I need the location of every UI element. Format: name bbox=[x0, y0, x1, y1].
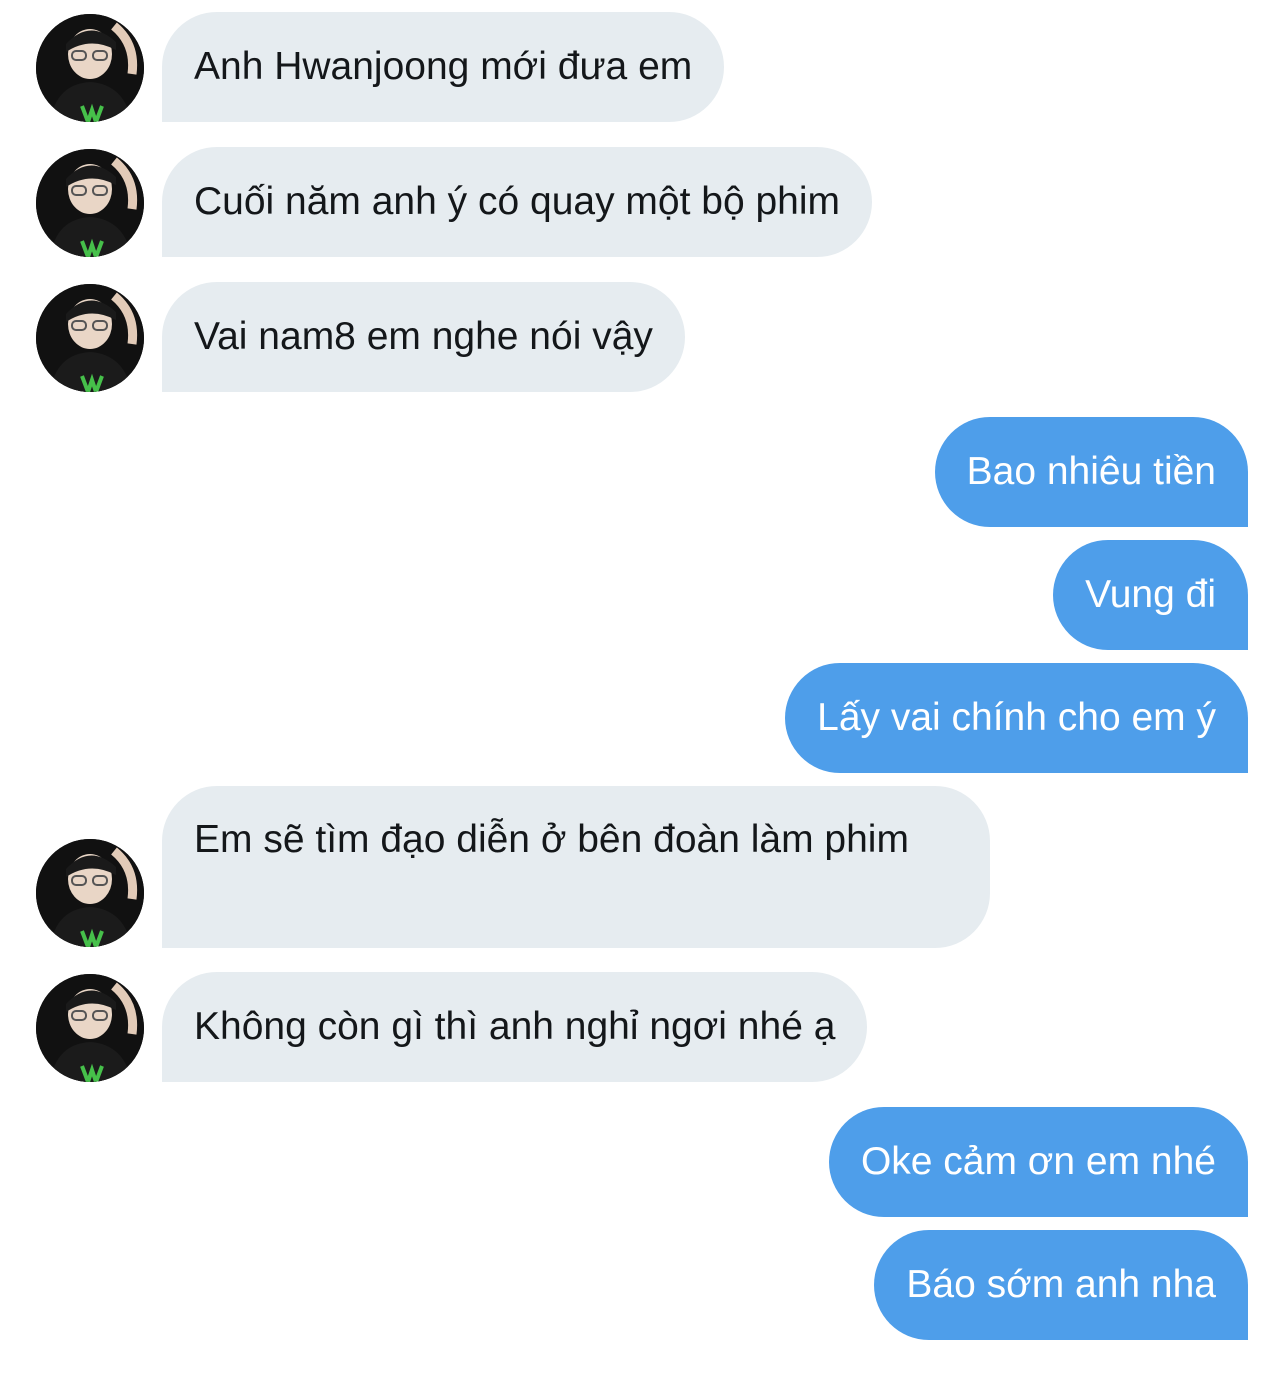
contact-avatar[interactable] bbox=[36, 839, 144, 947]
message-text: Cuối năm anh ý có quay một bộ phim bbox=[194, 180, 841, 223]
message-text: Không còn gì thì anh nghỉ ngơi nhé ạ bbox=[194, 1005, 836, 1048]
message-text: Vai nam8 em nghe nói vậy bbox=[194, 315, 653, 358]
incoming-message[interactable]: Vai nam8 em nghe nói vậy bbox=[162, 282, 685, 392]
outgoing-message[interactable]: Vung đi bbox=[1053, 540, 1248, 650]
message-text: Bao nhiêu tiền bbox=[966, 450, 1216, 493]
outgoing-message[interactable]: Bao nhiêu tiền bbox=[934, 417, 1248, 527]
message-text: Oke cảm ơn em nhé bbox=[860, 1140, 1216, 1183]
incoming-message[interactable]: Không còn gì thì anh nghỉ ngơi nhé ạ bbox=[162, 972, 868, 1082]
outgoing-message[interactable]: Lấy vai chính cho em ý bbox=[785, 663, 1248, 773]
outgoing-message[interactable]: Báo sớm anh nha bbox=[874, 1230, 1248, 1340]
outgoing-message[interactable]: Oke cảm ơn em nhé bbox=[828, 1107, 1248, 1217]
avatar-photo-icon bbox=[36, 974, 144, 1082]
message-text: Vung đi bbox=[1085, 573, 1216, 616]
message-thread: Anh Hwanjoong mới đưa em Cuối năm anh ý … bbox=[0, 0, 1284, 1374]
incoming-message[interactable]: Em sẽ tìm đạo diễn ở bên đoàn làm phim bbox=[162, 786, 990, 948]
avatar-photo-icon bbox=[36, 839, 144, 947]
incoming-message[interactable]: Anh Hwanjoong mới đưa em bbox=[162, 12, 725, 122]
contact-avatar[interactable] bbox=[36, 149, 144, 257]
contact-avatar[interactable] bbox=[36, 974, 144, 1082]
message-text: Báo sớm anh nha bbox=[906, 1263, 1216, 1306]
avatar-photo-icon bbox=[36, 149, 144, 257]
message-text: Anh Hwanjoong mới đưa em bbox=[194, 45, 693, 88]
contact-avatar[interactable] bbox=[36, 284, 144, 392]
message-text: Em sẽ tìm đạo diễn ở bên đoàn làm phim bbox=[194, 818, 909, 861]
avatar-photo-icon bbox=[36, 284, 144, 392]
avatar-photo-icon bbox=[36, 14, 144, 122]
message-text: Lấy vai chính cho em ý bbox=[817, 696, 1216, 739]
incoming-message[interactable]: Cuối năm anh ý có quay một bộ phim bbox=[162, 147, 873, 257]
contact-avatar[interactable] bbox=[36, 14, 144, 122]
